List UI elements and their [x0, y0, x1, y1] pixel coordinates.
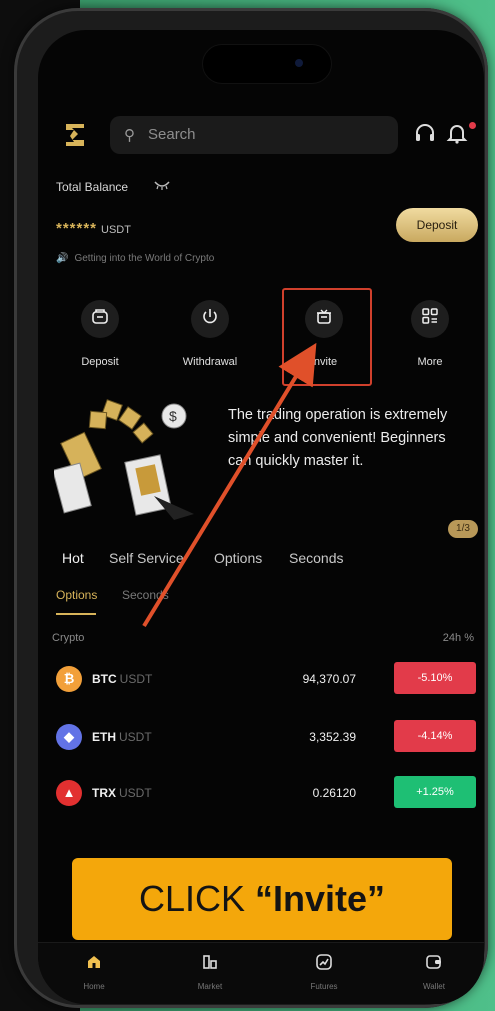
- phone-frame: ⚲ Search Total Balance ****** USDT Deposi…: [14, 8, 488, 1008]
- app-screen: ⚲ Search Total Balance ****** USDT Deposi…: [38, 30, 484, 1004]
- pointer-arrow: [142, 342, 317, 628]
